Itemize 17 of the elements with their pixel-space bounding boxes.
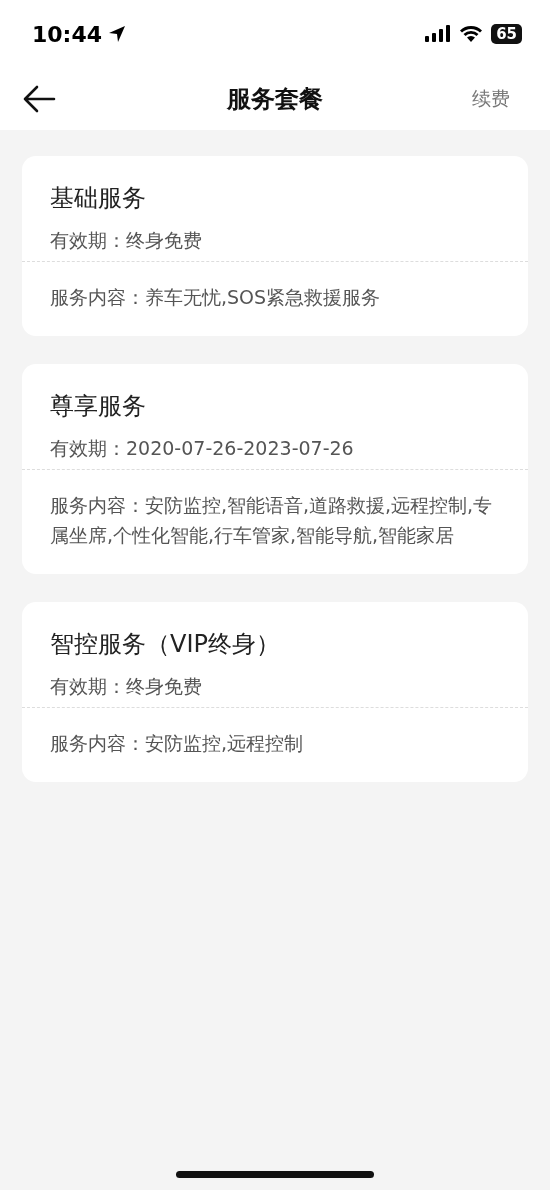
status-time: 10:44 <box>32 21 103 47</box>
location-arrow-icon <box>108 25 127 43</box>
page-title: 服务套餐 <box>227 84 323 115</box>
signal-icon <box>425 25 452 43</box>
validity-text: 有效期：2020-07-26-2023-07-26 <box>50 436 355 461</box>
renew-button[interactable]: 续费 <box>472 86 510 112</box>
service-content-text: 服务内容：安防监控,远程控制 <box>49 731 305 756</box>
service-content-text: 服务内容：安防监控,智能语音,道路救援,远程控制,专属坐席,个性化智能,行车管家,智能导航,智能家居 <box>49 493 494 548</box>
service-content-text: 服务内容：养车无忧,SOS紧急救援服务 <box>49 285 382 310</box>
wifi-icon <box>459 25 484 43</box>
package-name: 基础服务 <box>50 183 147 214</box>
back-arrow-icon[interactable] <box>22 85 56 113</box>
package-name: 尊享服务 <box>50 391 147 422</box>
validity-text: 有效期：终身免费 <box>50 674 203 699</box>
battery-level: 65 <box>491 24 522 44</box>
package-name: 智控服务（VIP终身） <box>50 629 281 660</box>
validity-text: 有效期：终身免费 <box>50 228 203 253</box>
